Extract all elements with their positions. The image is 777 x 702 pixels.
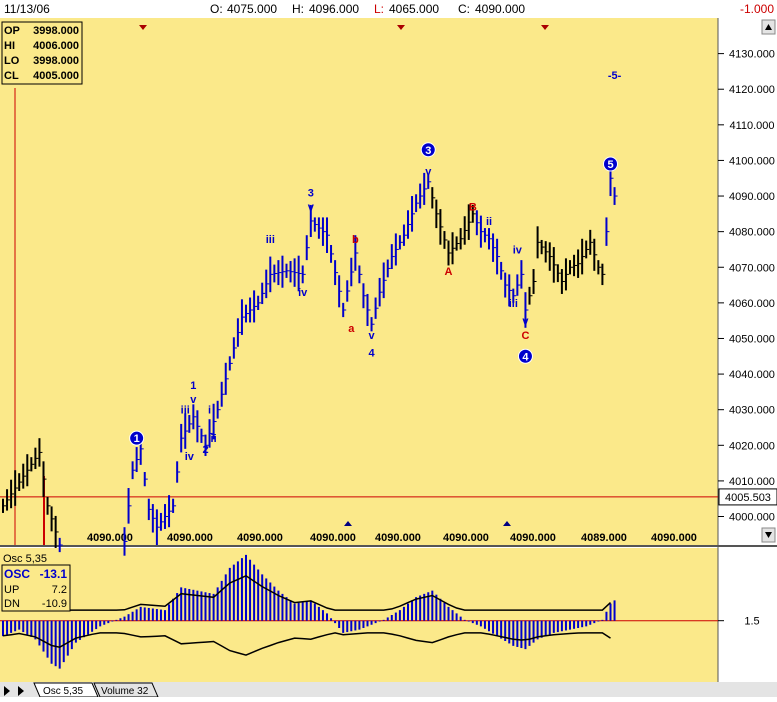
price-tick-label: 4100.000	[729, 155, 775, 167]
time-label: 4090.000	[510, 532, 556, 544]
tab-osc[interactable]: Osc 5,35	[33, 682, 99, 698]
wave-label: iv	[185, 451, 195, 463]
price-axis	[718, 18, 777, 545]
wave-label: a	[348, 323, 355, 335]
price-tick-label: 4060.000	[729, 298, 775, 310]
wave-label: 4	[368, 348, 375, 360]
info-lo-value: 3998.000	[33, 55, 79, 67]
price-tick-label: 4080.000	[729, 227, 775, 239]
time-label: 4090.000	[167, 532, 213, 544]
wave-label: i	[163, 512, 166, 524]
wave-label: A	[445, 266, 453, 278]
wave-label: iii	[266, 234, 275, 246]
chart-root: 11/13/06 O: 4075.000 H: 4096.000 L: 4065…	[0, 0, 777, 698]
wave-label: 2	[202, 444, 208, 456]
price-tick-label: 4120.000	[729, 84, 775, 96]
header-high-label: H:	[292, 2, 304, 16]
price-tick-label: 4030.000	[729, 405, 775, 417]
wave-label: 1	[134, 433, 140, 445]
time-label: 4090.000	[237, 532, 283, 544]
header-high: 4096.000	[309, 2, 359, 16]
info-hi-label: HI	[4, 40, 15, 52]
scroll-down-button[interactable]	[761, 527, 776, 543]
time-label: 4090.000	[375, 532, 421, 544]
price-tick-label: 4020.000	[729, 440, 775, 452]
chart-svg: 11/13/06 O: 4075.000 H: 4096.000 L: 4065…	[0, 0, 777, 698]
svg-text:Osc 5,35: Osc 5,35	[43, 686, 83, 697]
dn-legend-value: -10.9	[42, 598, 67, 610]
dn-legend-label: DN	[4, 598, 20, 610]
osc-title: Osc 5,35	[3, 553, 47, 565]
wave-label: ii	[486, 216, 492, 228]
wave-label: v	[368, 330, 375, 342]
up-legend-value: 7.2	[52, 584, 67, 596]
wave-label: ii	[211, 433, 217, 445]
header-open: 4075.000	[227, 2, 277, 16]
header-low-label: L:	[374, 2, 384, 16]
price-tick-label: 4110.000	[729, 120, 774, 132]
osc-legend-value: -13.1	[40, 567, 68, 581]
info-hi-value: 4006.000	[33, 40, 79, 52]
info-cl-label: CL	[4, 70, 19, 82]
info-op-value: 3998.000	[33, 25, 79, 37]
price-tick-label: 4040.000	[729, 369, 775, 381]
wave-label: 4	[522, 351, 529, 363]
wave-label: v	[425, 166, 432, 178]
header-close: 4090.000	[475, 2, 525, 16]
wave-label: v	[190, 394, 197, 406]
wave-label: iv	[298, 287, 308, 299]
current-price-label: 4005.503	[725, 492, 771, 504]
wave-label: iii	[181, 405, 190, 417]
wave-label: 3	[308, 187, 314, 199]
price-tick-label: 4000.000	[729, 512, 775, 524]
price-tick-label: 4070.000	[729, 262, 775, 274]
wave-label: v	[522, 316, 529, 328]
wave-label: 5	[607, 159, 613, 171]
wave-label: iii	[509, 298, 518, 310]
tab-volume[interactable]: Volume 32	[93, 682, 159, 698]
header-close-label: C:	[458, 2, 470, 16]
info-cl-value: 4005.000	[33, 70, 79, 82]
header-open-label: O:	[210, 2, 223, 16]
price-tick-label: 4090.000	[729, 191, 775, 203]
wave-label: B	[469, 202, 477, 214]
osc-legend-label: OSC	[4, 567, 30, 581]
time-label: 4090.000	[87, 532, 133, 544]
price-tick-label: 4050.000	[729, 333, 775, 345]
header-low: 4065.000	[389, 2, 439, 16]
wave-label: 1	[190, 380, 196, 392]
wave-label: iv	[513, 244, 523, 256]
wave-label: i	[208, 405, 211, 417]
time-label: 4090.000	[651, 532, 697, 544]
wave-label: v	[308, 202, 315, 214]
info-op-label: OP	[4, 25, 20, 37]
wave-label: -5-	[608, 70, 622, 82]
wave-label: b	[352, 234, 359, 246]
time-label: 4089.000	[581, 532, 627, 544]
time-label: 4090.000	[310, 532, 356, 544]
info-lo-label: LO	[4, 55, 20, 67]
time-label: 4090.000	[443, 532, 489, 544]
header-change: -1.000	[740, 2, 774, 16]
price-tick-label: 4130.000	[729, 49, 775, 61]
wave-label: C	[521, 330, 529, 342]
up-legend-label: UP	[4, 584, 19, 596]
svg-text:Volume 32: Volume 32	[101, 686, 149, 697]
scroll-up-button[interactable]	[761, 19, 776, 35]
price-tick-label: 4010.000	[729, 476, 775, 488]
wave-label: 3	[425, 145, 431, 157]
osc-axis-label: 1.5	[744, 616, 759, 628]
header-date: 11/13/06	[4, 2, 50, 16]
